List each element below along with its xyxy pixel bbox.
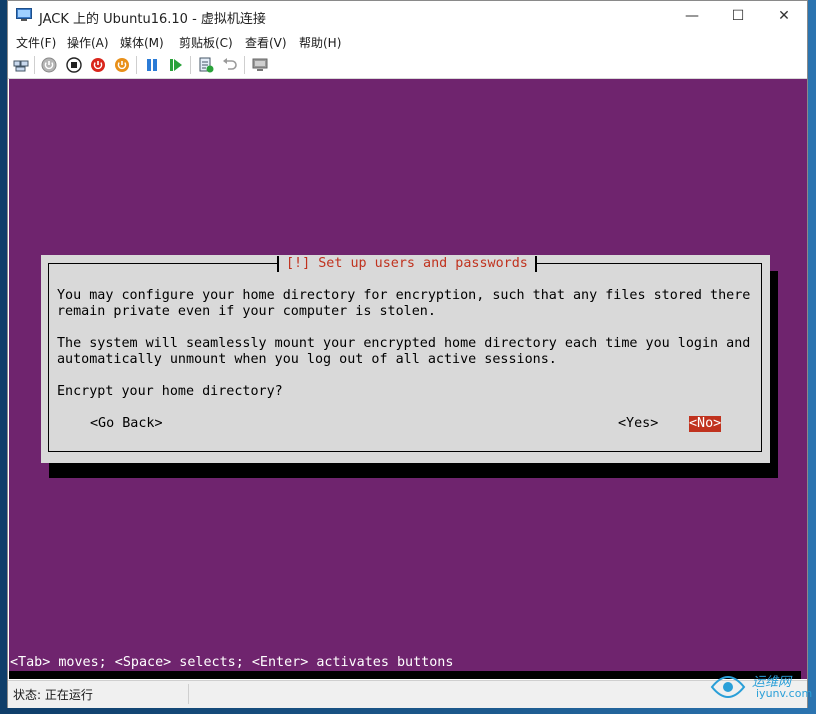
screen-bottom-bar xyxy=(9,671,801,679)
toolbar-separator xyxy=(34,56,35,74)
save-icon[interactable] xyxy=(114,57,130,73)
maximize-icon: ☐ xyxy=(731,8,745,24)
ctrl-alt-del-icon[interactable] xyxy=(13,57,29,73)
vm-connection-icon xyxy=(16,8,32,21)
help-line: <Tab> moves; <Space> selects; <Enter> ac… xyxy=(10,655,454,670)
menu-clipboard[interactable]: 剪贴板(C) xyxy=(179,34,233,51)
menu-action[interactable]: 操作(A) xyxy=(67,34,109,51)
pause-icon[interactable] xyxy=(144,57,160,73)
paragraph-mount-line1: The system will seamlessly mount your en… xyxy=(57,336,751,351)
maximize-button[interactable]: ☐ xyxy=(715,1,761,31)
start-icon[interactable] xyxy=(41,57,57,73)
paragraph-encryption-line1: You may configure your home directory fo… xyxy=(57,288,751,303)
status-text: 状态: 正在运行 xyxy=(13,688,93,702)
go-back-button[interactable]: <Go Back> xyxy=(90,416,163,432)
menu-bar: 文件(F) 操作(A) 媒体(M) 剪贴板(C) 查看(V) 帮助(H) xyxy=(8,31,807,51)
revert-icon[interactable] xyxy=(222,57,238,73)
turn-off-icon[interactable] xyxy=(66,57,82,73)
encrypt-question: Encrypt your home directory? xyxy=(57,384,283,399)
close-button[interactable]: ✕ xyxy=(761,1,807,31)
vm-screen[interactable]: [!] Set up users and passwords You may c… xyxy=(9,79,807,679)
dialog-title: [!] Set up users and passwords xyxy=(277,256,537,272)
minimize-icon: — xyxy=(685,8,699,24)
menu-help[interactable]: 帮助(H) xyxy=(299,34,341,51)
paragraph-mount-line2: automatically unmount when you log out o… xyxy=(57,352,557,367)
toolbar xyxy=(8,52,807,79)
shutdown-icon[interactable] xyxy=(90,57,106,73)
close-icon: ✕ xyxy=(778,8,790,24)
status-separator xyxy=(188,684,189,704)
menu-media[interactable]: 媒体(M) xyxy=(120,34,164,51)
toolbar-separator xyxy=(136,56,137,74)
watermark-subtext: iyunv.com xyxy=(756,687,813,700)
toolbar-separator xyxy=(244,56,245,74)
status-bar: 状态: 正在运行 xyxy=(8,680,807,708)
yes-button[interactable]: <Yes> xyxy=(618,416,658,432)
vm-connection-window: JACK 上的 Ubuntu16.10 - 虚拟机连接 — ☐ ✕ 文件(F) … xyxy=(7,0,812,708)
window-title: JACK 上的 Ubuntu16.10 - 虚拟机连接 xyxy=(39,12,266,27)
watermark-logo-icon xyxy=(710,676,746,698)
reset-icon[interactable] xyxy=(168,57,184,73)
installer-dialog: [!] Set up users and passwords You may c… xyxy=(41,255,770,463)
toolbar-separator xyxy=(190,56,191,74)
menu-view[interactable]: 查看(V) xyxy=(245,34,287,51)
title-bar: JACK 上的 Ubuntu16.10 - 虚拟机连接 — ☐ ✕ xyxy=(8,1,807,31)
paragraph-encryption-line2: remain private even if your computer is … xyxy=(57,304,436,319)
menu-file[interactable]: 文件(F) xyxy=(16,34,56,51)
no-button[interactable]: <No> xyxy=(689,416,722,432)
minimize-button[interactable]: — xyxy=(669,1,715,31)
enhanced-session-icon[interactable] xyxy=(252,57,268,73)
watermark: 运维网 iyunv.com xyxy=(708,667,814,707)
checkpoint-icon[interactable] xyxy=(198,57,214,73)
